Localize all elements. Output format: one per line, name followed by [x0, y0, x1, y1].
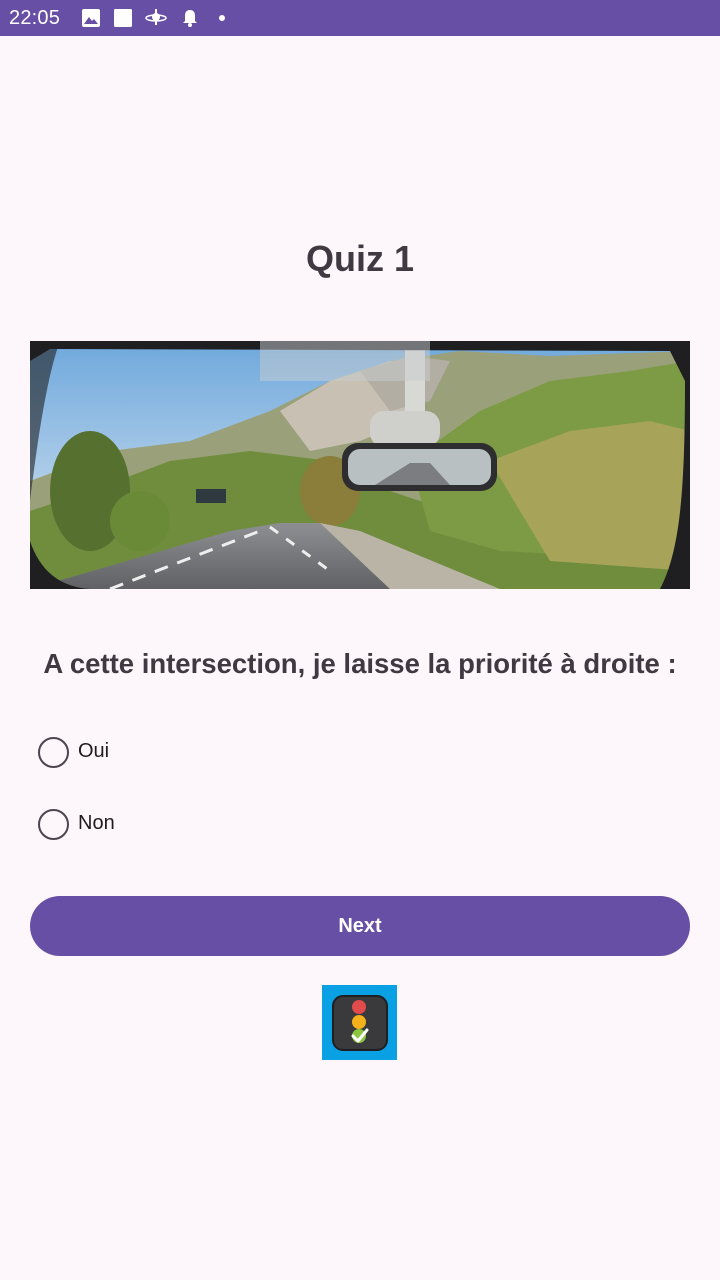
radio-non[interactable]	[38, 809, 69, 840]
next-button[interactable]: Next	[30, 896, 690, 956]
square-icon	[114, 9, 132, 27]
bell-icon	[183, 10, 197, 27]
radio-oui[interactable]	[38, 737, 69, 768]
image-icon	[82, 9, 100, 27]
option-oui[interactable]: Oui	[37, 736, 337, 770]
option-non[interactable]: Non	[37, 808, 337, 842]
traffic-light-check-icon	[322, 985, 397, 1060]
option-label-non: Non	[78, 812, 115, 834]
option-label-oui: Oui	[78, 740, 110, 762]
dot-icon	[219, 15, 225, 21]
satellite-icon	[145, 9, 167, 25]
quiz-title: Quiz 1	[305, 238, 415, 279]
status-time: 22:05	[9, 7, 61, 29]
status-bar: 22:05	[0, 0, 720, 36]
road-photo	[30, 341, 690, 589]
question-text: A cette intersection, je laisse la prior…	[43, 648, 677, 679]
